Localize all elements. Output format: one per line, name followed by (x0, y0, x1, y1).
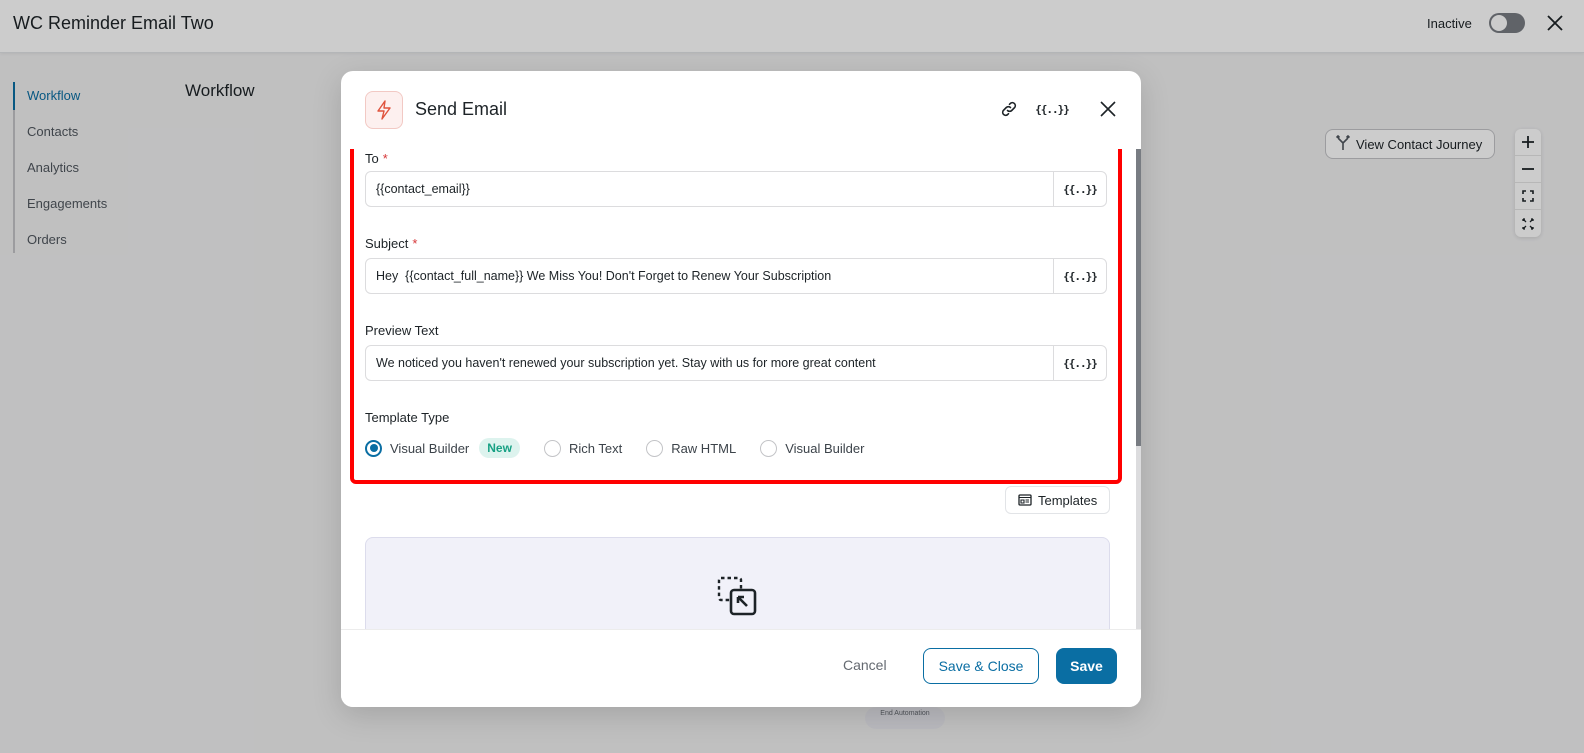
to-field: {{..}} (365, 171, 1107, 207)
template-icon (1018, 494, 1032, 506)
save-button[interactable]: Save (1056, 648, 1117, 684)
modal-header: Send Email {{..}} (341, 71, 1141, 149)
radio-label: Rich Text (568, 440, 623, 456)
modal-close-icon[interactable] (1097, 98, 1119, 120)
radio-visual-builder[interactable]: Visual Builder (760, 439, 865, 457)
to-label: To * (365, 151, 388, 166)
subject-label: Subject * (365, 236, 417, 251)
modal-title: Send Email (415, 99, 508, 119)
template-type-radio-group: Visual Builder New Rich Text Raw HTML Vi… (365, 436, 888, 460)
subject-field: {{..}} (365, 258, 1107, 294)
radio-visual-builder-new[interactable]: Visual Builder New (365, 438, 520, 458)
preview-merge-tags-button[interactable]: {{..}} (1053, 346, 1106, 380)
radio-button[interactable] (760, 439, 778, 457)
radio-button-checked[interactable] (365, 439, 382, 457)
select-template-icon (717, 576, 757, 616)
save-and-close-button[interactable]: Save & Close (923, 648, 1039, 684)
send-email-modal: Send Email {{..}} To* {{..}} Subject* {{… (341, 71, 1141, 707)
preview-text-input[interactable] (366, 346, 1053, 380)
to-label-text: To (365, 151, 379, 166)
to-merge-tags-button[interactable]: {{..}} (1053, 172, 1106, 206)
required-asterisk: * (412, 236, 418, 251)
cancel-button[interactable]: Cancel (843, 657, 887, 673)
required-asterisk: * (382, 151, 388, 166)
radio-button[interactable] (543, 439, 561, 457)
radio-label: Visual Builder (785, 440, 865, 456)
modal-footer: Cancel Save & Close Save (341, 629, 1141, 707)
merge-tags-button[interactable]: {{..}} (1035, 98, 1070, 120)
radio-label: Visual Builder (390, 440, 470, 456)
to-input[interactable] (366, 172, 1053, 206)
templates-button[interactable]: Templates (1005, 486, 1111, 514)
template-type-label: Template Type (365, 410, 450, 425)
modal-scrollbar[interactable] (1136, 149, 1141, 707)
subject-label-text: Subject (365, 236, 409, 251)
templates-label: Templates (1038, 492, 1098, 508)
radio-raw-html[interactable]: Raw HTML (646, 439, 737, 457)
radio-label: Raw HTML (671, 440, 737, 456)
subject-input[interactable] (366, 259, 1053, 293)
radio-button[interactable] (646, 439, 664, 457)
new-badge: New (479, 438, 520, 458)
link-icon[interactable] (998, 98, 1020, 120)
preview-text-label: Preview Text (365, 323, 439, 338)
radio-rich-text[interactable]: Rich Text (543, 439, 623, 457)
subject-merge-tags-button[interactable]: {{..}} (1053, 259, 1106, 293)
lightning-icon (365, 91, 403, 129)
scrollbar-thumb[interactable] (1136, 149, 1141, 446)
modal-body: To* {{..}} Subject* {{..}} Preview Text … (341, 149, 1129, 707)
preview-text-field: {{..}} (365, 345, 1107, 381)
